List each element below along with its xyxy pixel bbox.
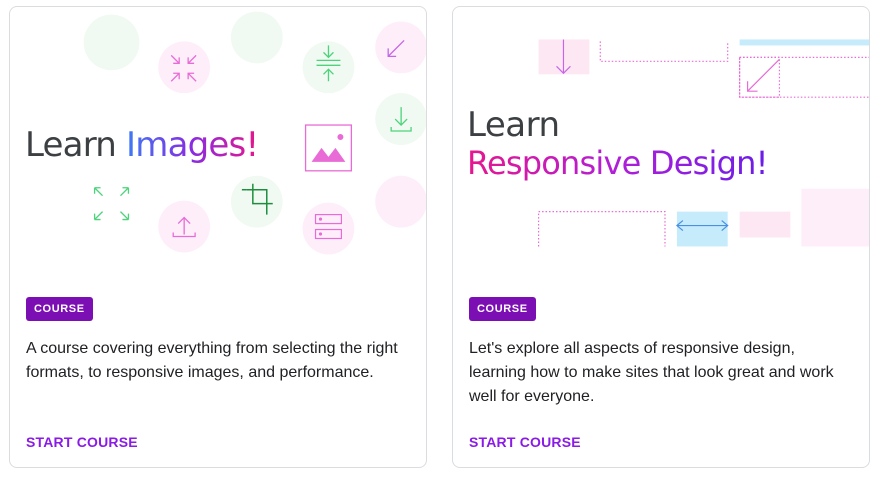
bg-circle [158,41,211,94]
course-card-images[interactable]: Learn Images! COURSE A course covering e… [9,6,427,468]
bg-circle [375,21,426,74]
bg-circle [302,202,355,255]
card-title-line1: Learn [467,105,560,145]
dotted-outline [537,211,666,247]
start-course-link[interactable]: START COURSE [26,434,138,450]
pink-block [801,188,869,247]
card-title-line2: Responsive Design! [467,144,768,182]
course-badge: COURSE [26,297,93,321]
bg-circle [230,175,283,228]
bg-circle [230,11,283,64]
expand-icon [93,187,130,221]
image-icon [304,124,353,172]
card-title: Learn Images! [25,125,259,165]
dotted-outline [599,41,729,62]
start-course-link[interactable]: START COURSE [469,434,581,450]
pink-block [739,211,791,238]
bg-circle [375,175,426,228]
bg-circle [83,14,140,71]
card-description: A course covering everything from select… [26,340,398,381]
dotted-outline [739,56,869,98]
blue-bar [739,39,869,46]
blue-block [676,211,728,247]
course-card-responsive-design[interactable]: Learn Responsive Design! COURSE Let's ex… [452,6,870,468]
course-badge: COURSE [469,297,536,321]
arrow-diagonal-icon [746,58,780,92]
card-description: Let's explore all aspects of responsive … [469,340,834,405]
